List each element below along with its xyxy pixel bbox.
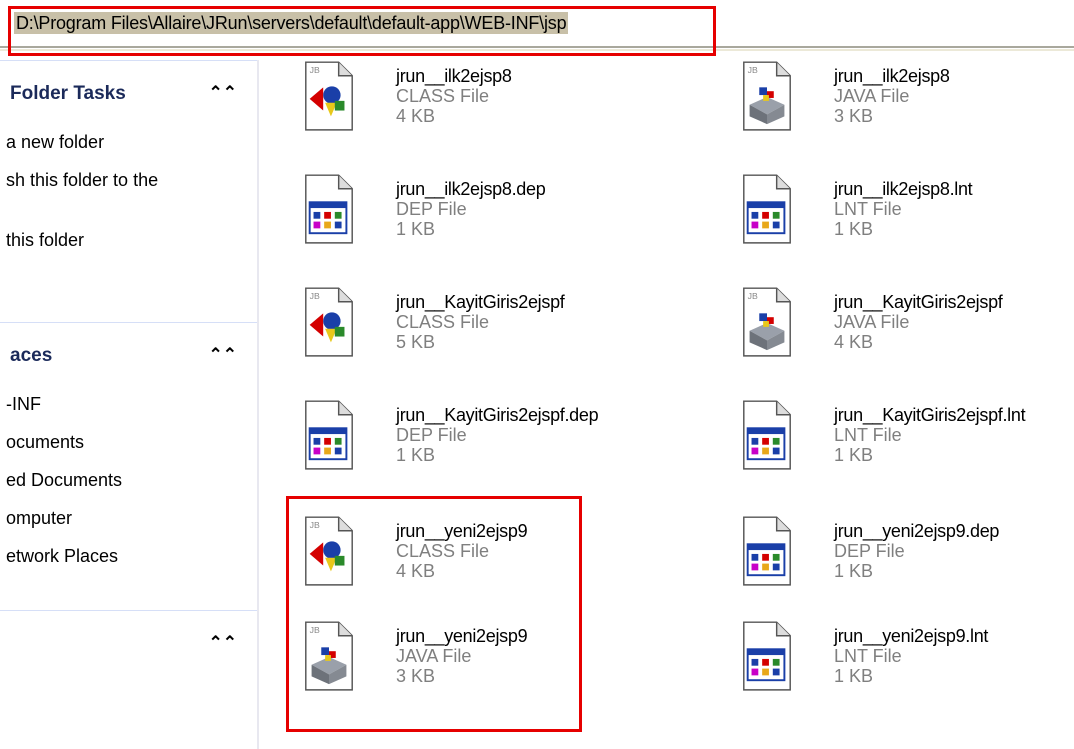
address-highlight-box bbox=[8, 6, 716, 56]
dep-file-icon[interactable] bbox=[300, 173, 358, 247]
file-name[interactable]: jrun__ilk2ejsp8 bbox=[834, 66, 950, 87]
other-places-header[interactable]: aces ⌃⌃ bbox=[0, 322, 257, 379]
other-places-title: aces bbox=[10, 345, 53, 366]
file-name[interactable]: jrun__yeni2ejsp9.lnt bbox=[834, 626, 988, 647]
other-places-panel: aces ⌃⌃ -INF ocuments ed Documents omput… bbox=[0, 322, 257, 575]
file-type: CLASS File bbox=[396, 86, 490, 106]
file-name[interactable]: jrun__ilk2ejsp8 bbox=[396, 66, 512, 87]
dep-file-icon[interactable] bbox=[738, 515, 796, 589]
file-item[interactable]: jrun__ilk2ejsp8.lnt LNT File 1 KB bbox=[708, 173, 1068, 263]
svg-text:JB: JB bbox=[310, 65, 320, 75]
file-size: 4 KB bbox=[396, 106, 436, 126]
file-size: 3 KB bbox=[834, 106, 874, 126]
java-file-icon[interactable]: JB bbox=[738, 60, 796, 134]
task-make-new-folder[interactable]: a new folder bbox=[0, 123, 257, 161]
dep-file-icon[interactable] bbox=[300, 399, 358, 473]
file-size: 1 KB bbox=[834, 666, 874, 686]
collapse-chevron-icon[interactable]: ⌃⌃ bbox=[209, 83, 238, 103]
svg-text:JB: JB bbox=[310, 291, 320, 301]
file-type: JAVA File bbox=[834, 86, 910, 106]
file-size: 1 KB bbox=[396, 219, 436, 239]
file-item[interactable]: jrun__KayitGiris2ejspf.dep DEP File 1 KB bbox=[270, 399, 630, 489]
file-type: JAVA File bbox=[834, 312, 910, 332]
details-panel: ⌃⌃ bbox=[0, 610, 257, 667]
file-name[interactable]: jrun__ilk2ejsp8.lnt bbox=[834, 179, 973, 200]
collapse-chevron-icon[interactable]: ⌃⌃ bbox=[209, 345, 238, 365]
task-share-folder[interactable]: this folder bbox=[0, 221, 257, 259]
place-shared-documents[interactable]: ed Documents bbox=[0, 461, 257, 499]
file-item[interactable]: jrun__ilk2ejsp8.dep DEP File 1 KB bbox=[270, 173, 630, 263]
file-item[interactable]: JB jrun__ilk2ejsp8 CLASS File 4 KB bbox=[270, 60, 630, 150]
file-item[interactable]: jrun__yeni2ejsp9.dep DEP File 1 KB bbox=[708, 515, 1068, 605]
file-name[interactable]: jrun__KayitGiris2ejspf bbox=[396, 292, 565, 313]
collapse-chevron-icon[interactable]: ⌃⌃ bbox=[209, 633, 238, 653]
file-type: LNT File bbox=[834, 425, 902, 445]
file-name[interactable]: jrun__KayitGiris2ejspf.lnt bbox=[834, 405, 1026, 426]
class-file-icon[interactable]: JB bbox=[300, 60, 358, 134]
file-item[interactable]: jrun__yeni2ejsp9.lnt LNT File 1 KB bbox=[708, 620, 1068, 710]
file-name[interactable]: jrun__yeni2ejsp9.dep bbox=[834, 521, 999, 542]
svg-text:JB: JB bbox=[748, 291, 758, 301]
place-my-documents[interactable]: ocuments bbox=[0, 423, 257, 461]
file-size: 5 KB bbox=[396, 332, 436, 352]
file-item[interactable]: JB jrun__KayitGiris2ejspf JAVA File 4 KB bbox=[708, 286, 1068, 376]
svg-text:JB: JB bbox=[748, 65, 758, 75]
lnt-file-icon[interactable] bbox=[738, 399, 796, 473]
file-type: DEP File bbox=[834, 541, 905, 561]
file-size: 1 KB bbox=[834, 561, 874, 581]
file-size: 1 KB bbox=[834, 219, 874, 239]
place-network-places[interactable]: etwork Places bbox=[0, 537, 257, 575]
place-web-inf[interactable]: -INF bbox=[0, 385, 257, 423]
class-file-icon[interactable]: JB bbox=[300, 286, 358, 360]
lnt-file-icon[interactable] bbox=[738, 173, 796, 247]
details-header[interactable]: ⌃⌃ bbox=[0, 610, 257, 667]
selection-highlight-box bbox=[286, 496, 582, 732]
file-type: LNT File bbox=[834, 199, 902, 219]
place-my-computer[interactable]: omputer bbox=[0, 499, 257, 537]
file-name[interactable]: jrun__ilk2ejsp8.dep bbox=[396, 179, 546, 200]
other-places-list: -INF ocuments ed Documents omputer etwor… bbox=[0, 379, 257, 575]
folder-tasks-list: a new folder sh this folder to the this … bbox=[0, 117, 257, 259]
folder-tasks-panel: Folder Tasks ⌃⌃ a new folder sh this fol… bbox=[0, 60, 257, 259]
task-publish-folder[interactable]: sh this folder to the bbox=[0, 161, 257, 199]
file-name[interactable]: jrun__KayitGiris2ejspf bbox=[834, 292, 1003, 313]
folder-tasks-header[interactable]: Folder Tasks ⌃⌃ bbox=[0, 60, 257, 117]
java-file-icon[interactable]: JB bbox=[738, 286, 796, 360]
file-size: 1 KB bbox=[396, 445, 436, 465]
file-type: CLASS File bbox=[396, 312, 490, 332]
lnt-file-icon[interactable] bbox=[738, 620, 796, 694]
file-name[interactable]: jrun__KayitGiris2ejspf.dep bbox=[396, 405, 599, 426]
file-item[interactable]: JB jrun__ilk2ejsp8 JAVA File 3 KB bbox=[708, 60, 1068, 150]
file-type: DEP File bbox=[396, 199, 467, 219]
pane-divider bbox=[257, 60, 259, 749]
file-item[interactable]: JB jrun__KayitGiris2ejspf CLASS File 5 KB bbox=[270, 286, 630, 376]
file-type: DEP File bbox=[396, 425, 467, 445]
task-pane: Folder Tasks ⌃⌃ a new folder sh this fol… bbox=[0, 60, 257, 749]
file-size: 4 KB bbox=[834, 332, 874, 352]
folder-tasks-title: Folder Tasks bbox=[10, 83, 126, 104]
file-type: LNT File bbox=[834, 646, 902, 666]
file-item[interactable]: jrun__KayitGiris2ejspf.lnt LNT File 1 KB bbox=[708, 399, 1068, 489]
file-size: 1 KB bbox=[834, 445, 874, 465]
